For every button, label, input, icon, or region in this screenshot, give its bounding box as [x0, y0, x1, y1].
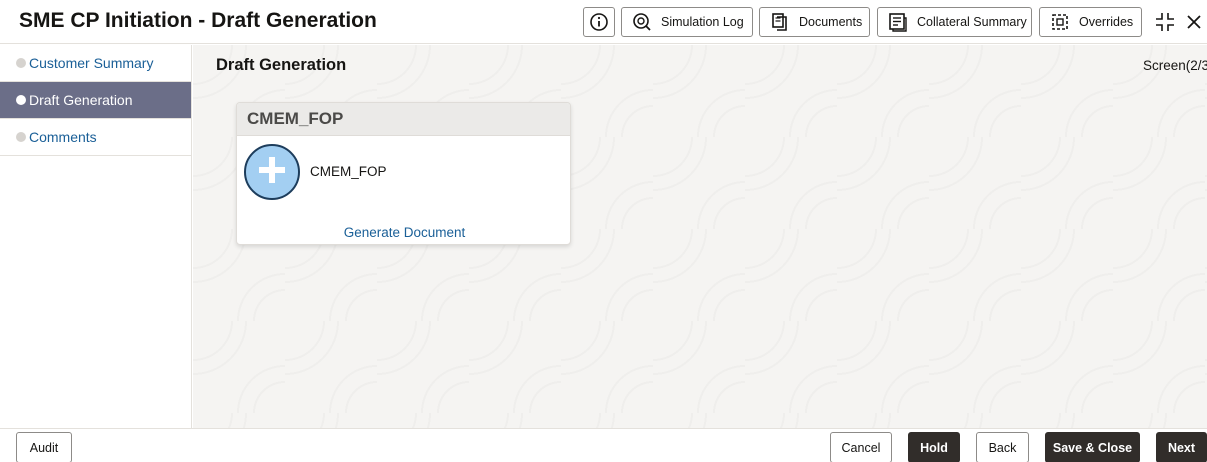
collateral-summary-button[interactable]: Collateral Summary: [877, 7, 1032, 37]
save-close-button[interactable]: Save & Close: [1045, 432, 1140, 462]
info-icon: [589, 12, 609, 32]
screen-indicator: Screen(2/3: [1143, 58, 1207, 73]
app-footer: Audit Cancel Hold Back Save & Close Next: [0, 428, 1207, 462]
page-header-title: SME CP Initiation - Draft Generation: [19, 9, 377, 32]
documents-button[interactable]: Documents: [759, 7, 870, 37]
page-title: Draft Generation: [216, 56, 347, 74]
simulation-log-button[interactable]: Simulation Log: [621, 7, 753, 37]
overrides-icon: [1050, 12, 1070, 32]
shrink-icon[interactable]: [1154, 11, 1176, 33]
sidebar-item-customer-summary[interactable]: Customer Summary: [0, 45, 191, 82]
document-name: CMEM_FOP: [310, 164, 387, 179]
simulation-log-label: Simulation Log: [661, 15, 744, 29]
cancel-button[interactable]: Cancel: [830, 432, 892, 462]
step-indicator-icon: [16, 95, 26, 105]
hold-button[interactable]: Hold: [908, 432, 960, 462]
overrides-button[interactable]: Overrides: [1039, 7, 1142, 37]
back-button[interactable]: Back: [976, 432, 1029, 462]
next-button[interactable]: Next: [1156, 432, 1207, 462]
app-header: SME CP Initiation - Draft Generation Sim…: [0, 0, 1207, 44]
documents-label: Documents: [799, 15, 863, 29]
simulation-log-icon: [632, 12, 652, 32]
main-content: Draft Generation Screen(2/3 CMEM_FOP CME…: [193, 45, 1207, 428]
sidebar-nav: Customer Summary Draft Generation Commen…: [0, 45, 192, 428]
sidebar-item-label: Draft Generation: [29, 92, 133, 108]
add-document-button[interactable]: [244, 144, 300, 200]
sidebar-item-comments[interactable]: Comments: [0, 119, 191, 156]
sidebar-item-label: Customer Summary: [29, 55, 154, 71]
step-indicator-icon: [16, 132, 26, 142]
documents-icon: [770, 12, 790, 32]
collateral-summary-label: Collateral Summary: [917, 15, 1027, 29]
sidebar-item-draft-generation[interactable]: Draft Generation: [0, 82, 191, 119]
document-card-header: CMEM_FOP: [237, 103, 570, 136]
collateral-summary-icon: [888, 12, 908, 32]
document-card: CMEM_FOP CMEM_FOP Generate Document: [236, 102, 571, 245]
add-icon: [256, 154, 288, 191]
step-indicator-icon: [16, 58, 26, 68]
overrides-label: Overrides: [1079, 15, 1134, 29]
sidebar-item-label: Comments: [29, 129, 97, 145]
close-icon[interactable]: [1183, 11, 1205, 33]
audit-button[interactable]: Audit: [16, 432, 72, 462]
generate-document-link[interactable]: Generate Document: [237, 225, 570, 240]
info-button[interactable]: [583, 7, 615, 37]
